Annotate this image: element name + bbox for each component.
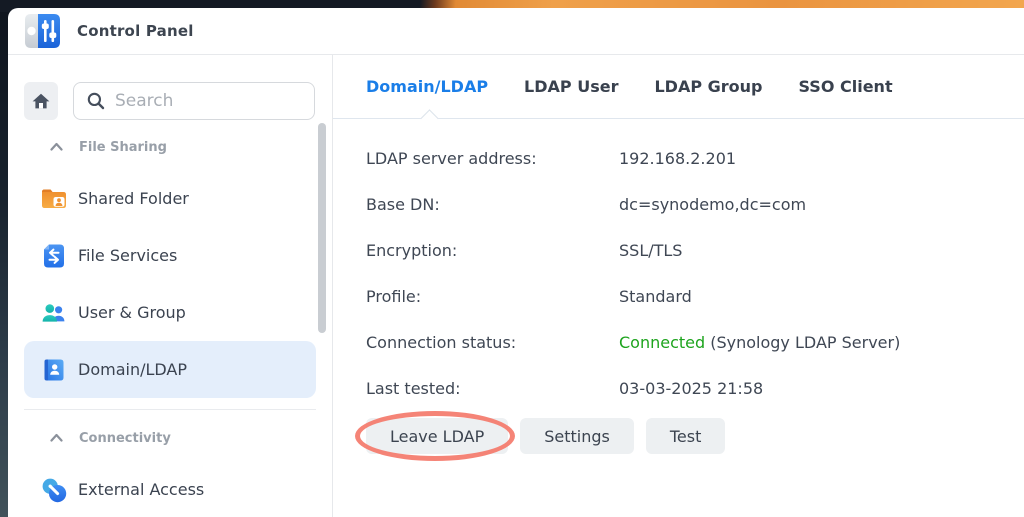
- control-panel-icon: [25, 14, 60, 48]
- field-label: LDAP server address:: [366, 148, 537, 168]
- page-title: Control Panel: [77, 22, 194, 40]
- sidebar-divider: [24, 409, 316, 410]
- tab-ldap-user[interactable]: LDAP User: [524, 77, 618, 96]
- field-value: Connected (Synology LDAP Server): [619, 333, 1024, 352]
- sidebar-item-label: Shared Folder: [78, 189, 189, 208]
- status-badge: Connected: [619, 332, 706, 352]
- tab-sso-client[interactable]: SSO Client: [798, 77, 892, 96]
- button-row: Leave LDAP Settings Test: [355, 411, 1024, 461]
- field-label: Last tested:: [366, 378, 461, 398]
- field-value: SSL/TLS: [619, 240, 683, 260]
- sidebar-section-file-sharing[interactable]: File Sharing: [8, 139, 332, 155]
- sidebar-item-external-access[interactable]: External Access: [24, 461, 316, 517]
- sidebar-item-user-group[interactable]: User & Group: [24, 284, 316, 341]
- section-label: File Sharing: [79, 139, 167, 155]
- window-titlebar: Control Panel: [8, 8, 1024, 55]
- shared-folder-icon: [42, 189, 66, 208]
- chevron-up-icon: [50, 433, 63, 442]
- control-panel-window: Control Panel Search File Sharing Shared…: [8, 8, 1024, 517]
- file-services-icon: [44, 244, 64, 267]
- ldap-info-panel: LDAP server address: 192.168.2.201 Base …: [333, 119, 1024, 461]
- user-group-icon: [42, 303, 65, 322]
- chevron-up-icon: [50, 142, 63, 151]
- sidebar-item-label: File Services: [78, 246, 178, 265]
- field-row: Encryption: SSL/TLS: [366, 227, 1024, 273]
- field-value: 03-03-2025 21:58: [619, 378, 764, 398]
- field-value: Standard: [619, 286, 692, 306]
- field-row: Base DN: dc=synodemo,dc=com: [366, 181, 1024, 227]
- main-panel: Domain/LDAP LDAP User LDAP Group SSO Cli…: [333, 55, 1024, 517]
- status-note: (Synology LDAP Server): [705, 332, 901, 352]
- settings-button[interactable]: Settings: [520, 418, 634, 454]
- tab-domain-ldap[interactable]: Domain/LDAP: [366, 77, 488, 96]
- domain-ldap-icon: [44, 359, 64, 380]
- field-label: Encryption:: [366, 240, 458, 260]
- sidebar-scrollbar[interactable]: [318, 123, 326, 333]
- sidebar-item-domain-ldap[interactable]: Domain/LDAP: [24, 341, 316, 398]
- field-value: dc=synodemo,dc=com: [619, 194, 807, 214]
- test-button[interactable]: Test: [645, 418, 726, 454]
- field-row: Profile: Standard: [366, 273, 1024, 319]
- sidebar-section-connectivity[interactable]: Connectivity: [8, 430, 332, 446]
- search-input[interactable]: [115, 91, 285, 111]
- sidebar-item-label: User & Group: [78, 303, 186, 322]
- tab-bar: Domain/LDAP LDAP User LDAP Group SSO Cli…: [333, 55, 1024, 119]
- section-label: Connectivity: [79, 430, 171, 446]
- field-label: Profile:: [366, 286, 422, 306]
- field-row: Last tested: 03-03-2025 21:58: [366, 365, 1024, 411]
- tab-ldap-group[interactable]: LDAP Group: [654, 77, 762, 96]
- home-button[interactable]: [24, 82, 58, 120]
- sidebar-item-label: External Access: [78, 480, 205, 499]
- external-access-icon: [42, 478, 67, 502]
- sidebar-item-shared-folder[interactable]: Shared Folder: [24, 170, 316, 227]
- home-icon: [32, 93, 50, 109]
- search-box: [73, 82, 315, 120]
- field-row-connection-status: Connection status: Connected (Synology L…: [366, 319, 1024, 365]
- field-row: LDAP server address: 192.168.2.201: [366, 135, 1024, 181]
- field-label: Base DN:: [366, 194, 440, 214]
- leave-ldap-button[interactable]: Leave LDAP: [366, 418, 509, 454]
- sidebar: File Sharing Shared Folder: [8, 55, 333, 517]
- sidebar-item-file-services[interactable]: File Services: [24, 227, 316, 284]
- sidebar-item-label: Domain/LDAP: [78, 360, 188, 379]
- field-value: 192.168.2.201: [619, 148, 737, 168]
- field-label: Connection status:: [366, 332, 517, 352]
- search-icon: [87, 92, 105, 110]
